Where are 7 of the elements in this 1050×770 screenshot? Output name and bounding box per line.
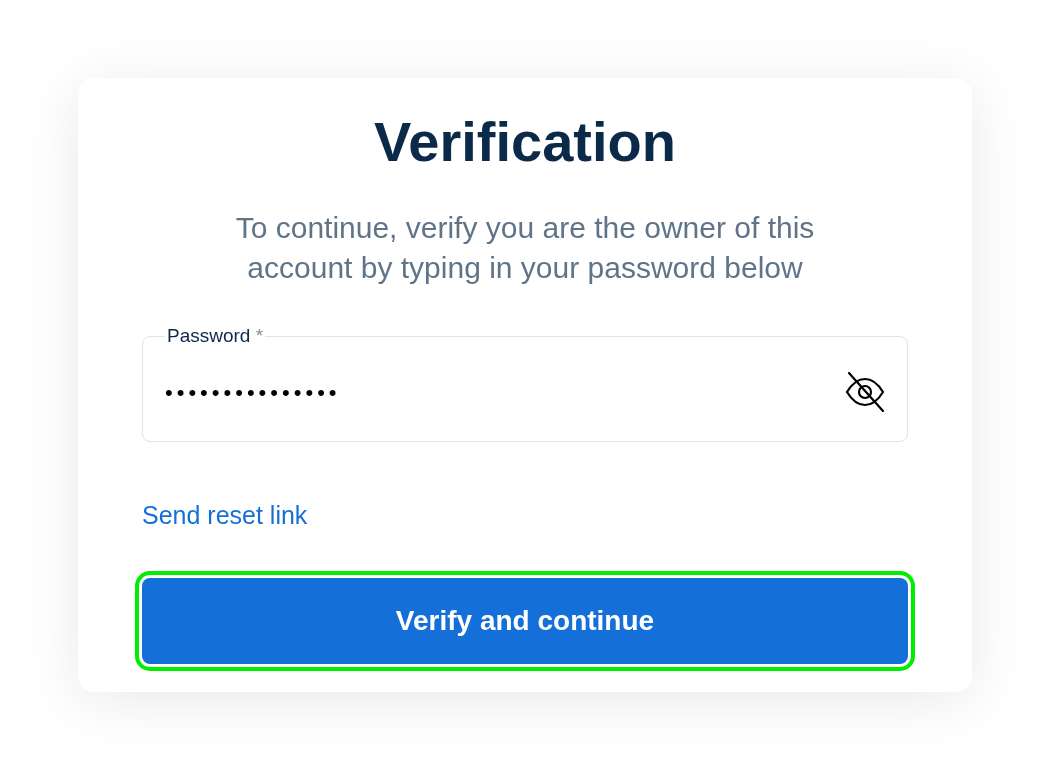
masked-password-text: •••••••••••••••	[165, 378, 341, 407]
dialog-title: Verification	[373, 109, 677, 175]
reset-link[interactable]: Send reset link	[142, 501, 308, 529]
field-label: Password	[167, 325, 251, 346]
instruction-text: To continue, verify you are the owner of this account by typing in your password below	[234, 210, 816, 286]
required-asterisk: *	[255, 325, 264, 346]
eye-slash-icon[interactable]	[845, 372, 885, 412]
